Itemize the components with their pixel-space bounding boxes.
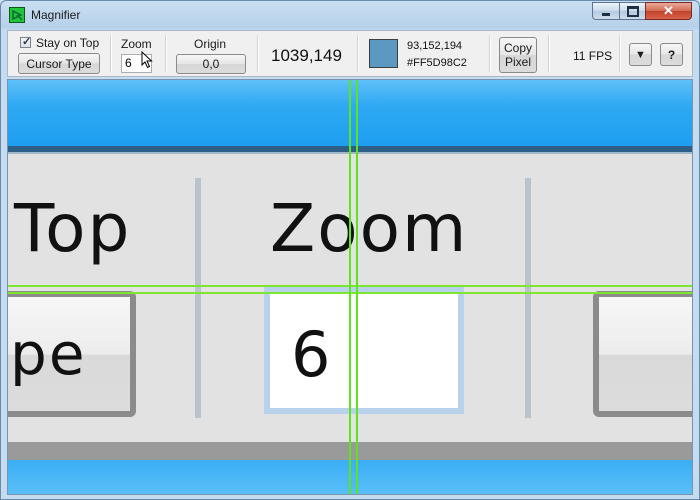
cursor-coordinates: 1039,149: [271, 46, 342, 65]
copy-pixel-button[interactable]: Copy Pixel: [499, 37, 537, 73]
toolbar-separator: [619, 35, 620, 72]
title-bar[interactable]: Magnifier ✕: [1, 1, 699, 29]
mouse-cursor-icon: [141, 51, 153, 69]
copy-pixel-label-line1: Copy: [503, 41, 532, 55]
toolbar-separator: [110, 35, 111, 72]
magnified-separator: [525, 178, 531, 418]
magnified-separator: [195, 178, 201, 418]
dropdown-button[interactable]: ▼: [629, 43, 652, 66]
minimize-icon: [602, 12, 610, 16]
crosshair-vertical: [349, 80, 351, 494]
magnifier-app-icon: [9, 7, 25, 23]
magnified-origin-button: [593, 291, 692, 417]
close-button[interactable]: ✕: [645, 2, 692, 20]
minimize-button[interactable]: [592, 2, 619, 20]
toolbar-separator: [257, 35, 258, 72]
toolbar-separator: [548, 35, 549, 72]
magnified-view[interactable]: Top Zoom pe 6: [7, 79, 693, 495]
stay-on-top-label[interactable]: Stay on Top: [36, 36, 99, 50]
toolbar-separator: [165, 35, 166, 72]
color-swatch: [369, 39, 398, 68]
magnifier-toolbar: ✓ Stay on Top Cursor Type Zoom 6 Origin …: [7, 30, 693, 77]
stay-on-top-checkbox[interactable]: ✓: [20, 36, 32, 48]
magnified-text-six: 6: [291, 318, 333, 391]
magnified-text-pe: pe: [10, 320, 87, 388]
rgb-value: 93,152,194: [407, 40, 463, 52]
origin-button[interactable]: 0,0: [176, 54, 246, 74]
maximize-icon: [626, 5, 639, 17]
toolbar-separator: [357, 35, 358, 72]
cursor-type-button[interactable]: Cursor Type: [18, 53, 100, 74]
magnified-text-top: Top: [14, 190, 132, 267]
zoom-label: Zoom: [121, 37, 152, 51]
magnifier-window: Magnifier ✕ ✓ Stay on Top Cursor Type Zo…: [0, 0, 700, 500]
toolbar-separator: [489, 35, 490, 72]
magnified-text-zoom: Zoom: [270, 190, 469, 267]
window-title: Magnifier: [31, 8, 81, 22]
help-button[interactable]: ?: [660, 43, 683, 66]
fps-counter: 11 FPS: [573, 49, 613, 63]
copy-pixel-label-line2: Pixel: [504, 55, 531, 69]
chevron-down-icon: ▼: [635, 48, 646, 61]
close-icon: ✕: [663, 3, 674, 18]
maximize-button[interactable]: [619, 2, 645, 20]
hex-value: #FF5D98C2: [407, 57, 467, 69]
check-icon: ✓: [22, 36, 32, 48]
crosshair-vertical: [356, 80, 358, 494]
origin-label: Origin: [194, 37, 227, 51]
